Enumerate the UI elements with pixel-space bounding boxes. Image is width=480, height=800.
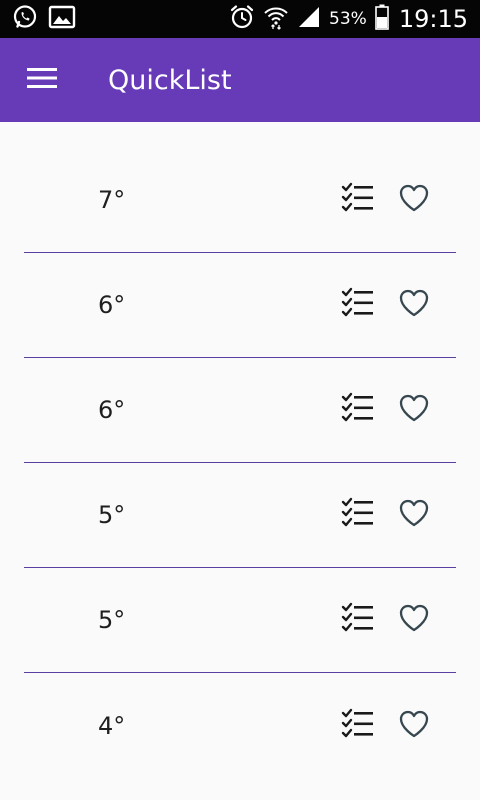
list-item-actions — [338, 495, 434, 535]
checklist-icon — [341, 287, 375, 323]
heart-icon — [398, 288, 430, 322]
status-bar-left — [12, 4, 86, 34]
whatsapp-icon — [12, 4, 38, 34]
list-item-actions — [338, 706, 434, 746]
checklist-icon — [341, 497, 375, 533]
battery-percent: 53% — [329, 9, 367, 29]
list-item-5[interactable]: 5° — [24, 568, 456, 673]
gallery-icon — [48, 5, 76, 33]
favorite-button[interactable] — [394, 180, 434, 220]
clock-time: 19:15 — [398, 5, 468, 33]
list-item-label: 5° — [98, 501, 126, 529]
hamburger-menu-icon — [27, 67, 57, 93]
menu-button[interactable] — [18, 56, 66, 104]
list-item-label: 6° — [98, 291, 126, 319]
battery-icon — [375, 4, 389, 34]
list-item-3[interactable]: 6° — [24, 358, 456, 463]
checklist-button[interactable] — [338, 390, 378, 430]
status-bar: 53% 19:15 — [0, 0, 480, 38]
list-item-6[interactable]: 4° — [24, 673, 456, 778]
app-title: QuickList — [108, 64, 232, 96]
list-item-label: 4° — [98, 711, 126, 740]
list-item-label: 7° — [98, 186, 126, 214]
list-item-actions — [338, 180, 434, 220]
favorite-button[interactable] — [394, 600, 434, 640]
heart-icon — [398, 709, 430, 743]
favorite-button[interactable] — [394, 285, 434, 325]
checklist-button[interactable] — [338, 285, 378, 325]
checklist-button[interactable] — [338, 706, 378, 746]
list-item-2[interactable]: 6° — [24, 253, 456, 358]
heart-icon — [398, 183, 430, 217]
signal-icon — [297, 5, 321, 33]
list-item-label: 5° — [98, 606, 126, 634]
quick-list: 7° 6° 6° 5° 5° 4° — [24, 148, 456, 778]
app-bar: QuickList — [0, 38, 480, 122]
heart-icon — [398, 393, 430, 427]
list-item-actions — [338, 285, 434, 325]
list-item-1[interactable]: 7° — [24, 148, 456, 253]
list-item-label: 6° — [98, 396, 126, 424]
checklist-button[interactable] — [338, 495, 378, 535]
wifi-icon — [263, 4, 289, 34]
checklist-icon — [341, 602, 375, 638]
checklist-button[interactable] — [338, 600, 378, 640]
checklist-icon — [341, 182, 375, 218]
checklist-icon — [341, 708, 375, 744]
heart-icon — [398, 498, 430, 532]
list-item-4[interactable]: 5° — [24, 463, 456, 568]
list-item-actions — [338, 600, 434, 640]
favorite-button[interactable] — [394, 706, 434, 746]
favorite-button[interactable] — [394, 390, 434, 430]
heart-icon — [398, 603, 430, 637]
list-item-actions — [338, 390, 434, 430]
checklist-button[interactable] — [338, 180, 378, 220]
status-bar-right: 53% 19:15 — [221, 4, 468, 34]
favorite-button[interactable] — [394, 495, 434, 535]
alarm-icon — [229, 4, 255, 34]
checklist-icon — [341, 392, 375, 428]
